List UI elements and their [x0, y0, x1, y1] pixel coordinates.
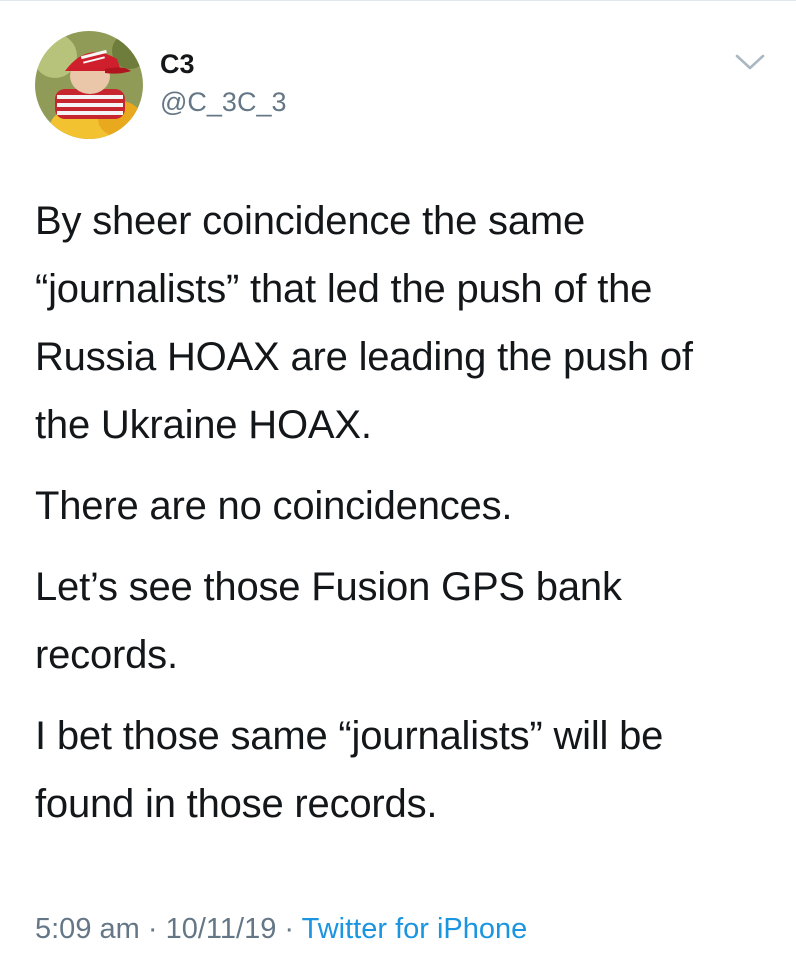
tweet-date: 10/11/19: [165, 913, 277, 945]
avatar[interactable]: [35, 31, 143, 139]
tweet-paragraph: There are no coincidences.: [35, 484, 513, 528]
author-display-name[interactable]: C3: [160, 49, 195, 79]
tweet-metadata: 5:09 am · 10/11/19 · Twitter for iPhone: [35, 909, 527, 949]
tweet-text: By sheer coincidence the same “journalis…: [35, 187, 770, 851]
tweet-paragraph: I bet those same “journalists” will be f…: [35, 714, 664, 826]
author-handle[interactable]: @C_3C_3: [160, 87, 286, 117]
tweet-card: C3 @C_3C_3 By sheer coincidence the same…: [0, 0, 796, 960]
meta-separator: ·: [284, 913, 295, 945]
tweet-source-link[interactable]: Twitter for iPhone: [302, 913, 528, 945]
tweet-paragraph: By sheer coincidence the same “journalis…: [35, 199, 693, 447]
chevron-down-icon[interactable]: [734, 51, 766, 73]
tweet-paragraph: Let’s see those Fusion GPS bank records.: [35, 565, 622, 677]
tweet-time: 5:09 am: [35, 913, 140, 945]
meta-separator: ·: [147, 913, 158, 945]
